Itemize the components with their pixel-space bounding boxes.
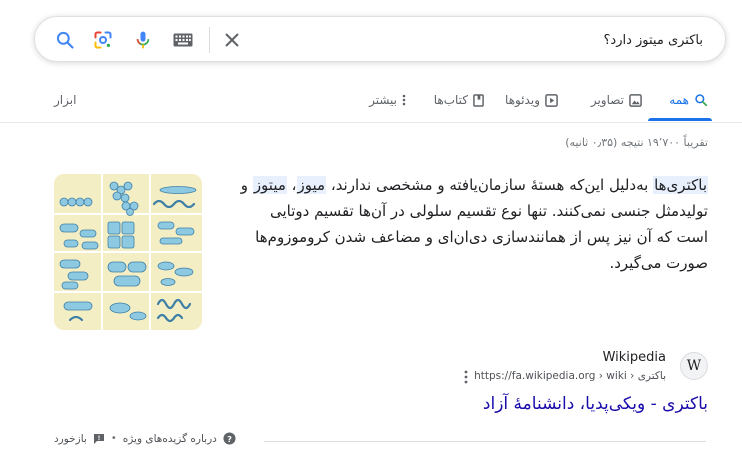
- lens-icon[interactable]: [91, 28, 115, 52]
- result-title-link[interactable]: باکتری - ویکی‌پدیا، دانشنامهٔ آزاد: [483, 394, 708, 414]
- source-breadcrumb: https://fa.wikipedia.org › wiki › باکتری: [474, 370, 666, 382]
- search-icon: [695, 94, 708, 107]
- tab-all[interactable]: همه: [669, 90, 708, 110]
- tab-videos[interactable]: ویدئوها: [505, 90, 558, 110]
- tab-books-label: کتاب‌ها: [433, 93, 468, 107]
- book-icon: [473, 93, 484, 107]
- feedback-label[interactable]: بازخورد: [54, 433, 87, 445]
- snippet-text-part: به‌دلیل این‌که هستهٔ سازمان‌یافته و مشخص…: [326, 176, 654, 194]
- help-icon: ?: [223, 432, 236, 445]
- wikipedia-favicon: W: [680, 352, 708, 380]
- snippet-footer: ? درباره گزیده‌های ویژه • بازخورد: [54, 432, 706, 450]
- snippet-highlight: میوز: [296, 176, 327, 194]
- active-tab-indicator: [648, 118, 712, 121]
- featured-snippet-text: باکتری‌ها به‌دلیل این‌که هستهٔ سازمان‌یا…: [238, 172, 708, 276]
- tab-books[interactable]: کتاب‌ها: [434, 90, 484, 110]
- about-featured-snippets[interactable]: ? درباره گزیده‌های ویژه • بازخورد: [54, 432, 236, 445]
- more-options-icon[interactable]: [460, 368, 472, 386]
- result-stats: تقریباً ۱۹٬۷۰۰ نتیجه (۰٫۳۵ ثانیه): [565, 136, 708, 149]
- separator-dot: •: [110, 433, 117, 444]
- snippet-thumbnail[interactable]: [54, 174, 202, 330]
- snippet-highlight: میتوز: [252, 176, 287, 194]
- feedback-icon: [93, 433, 104, 444]
- search-input[interactable]: [343, 29, 703, 51]
- tabs-divider: [0, 122, 742, 123]
- tab-videos-label: ویدئوها: [505, 93, 540, 107]
- footer-divider: [264, 441, 706, 442]
- search-tabs: همه تصاویر ویدئوها کتاب‌ها بیشتر ابزار: [0, 84, 742, 121]
- tab-all-label: همه: [669, 93, 689, 107]
- image-icon: [629, 93, 642, 107]
- about-label: درباره گزیده‌های ویژه: [122, 432, 217, 445]
- search-box-divider: [209, 27, 210, 53]
- microphone-icon[interactable]: [131, 28, 155, 52]
- snippet-text-part: ،: [286, 176, 297, 194]
- tab-images[interactable]: تصاویر: [591, 90, 642, 110]
- source-site-name: Wikipedia: [602, 350, 666, 365]
- tools-label: ابزار: [54, 93, 77, 107]
- keyboard-icon[interactable]: [171, 28, 195, 52]
- snippet-highlight: باکتری‌ها: [653, 176, 708, 194]
- clear-icon[interactable]: [220, 28, 244, 52]
- search-icon[interactable]: [53, 28, 77, 52]
- svg-text:?: ?: [227, 434, 232, 444]
- tools-button[interactable]: ابزار: [54, 90, 76, 110]
- search-box: [34, 16, 726, 62]
- more-vert-icon: [402, 94, 406, 106]
- tab-more[interactable]: بیشتر: [369, 90, 406, 110]
- video-play-icon: [545, 93, 558, 107]
- tab-images-label: تصاویر: [590, 93, 624, 107]
- result-source[interactable]: W Wikipedia https://fa.wikipedia.org › w…: [288, 348, 708, 388]
- tab-more-label: بیشتر: [369, 93, 397, 107]
